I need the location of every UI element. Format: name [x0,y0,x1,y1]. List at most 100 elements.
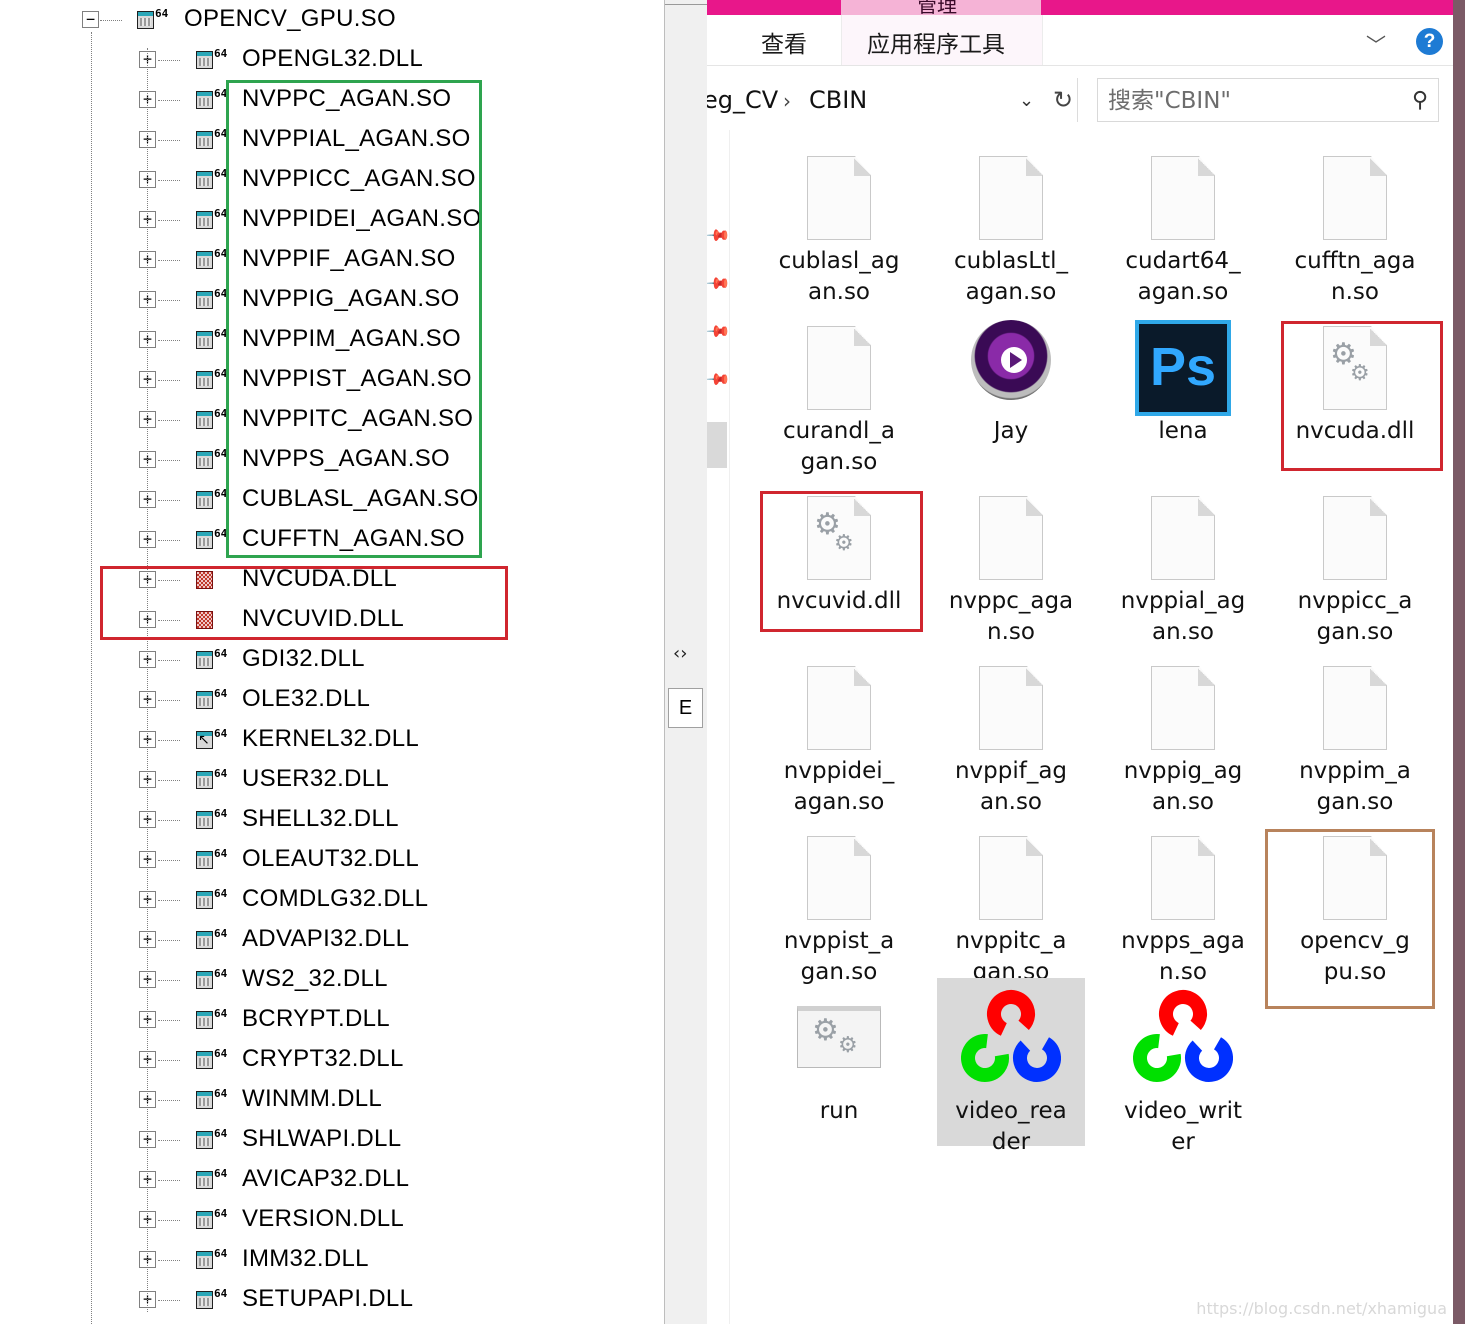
tree-connector [158,1300,180,1301]
file-name-line: Jay [993,418,1029,444]
tree-item[interactable]: +64 GDI32.DLL [0,640,660,680]
file-item[interactable]: nvpps_aga n.so [1109,808,1257,985]
module-64bit-icon: 64 [137,8,168,33]
tree-connector [158,220,180,221]
tree-item[interactable]: +64 WS2_32.DLL [0,960,660,1000]
file-icon [807,836,871,920]
file-icon [1151,156,1215,240]
photoshop-icon: Ps [1135,320,1231,416]
module-64bit-icon: 64 [196,808,227,833]
tree-connector [158,940,180,941]
file-item[interactable]: nvppitc_a gan.so [937,808,1085,985]
tree-item[interactable]: +64 VERSION.DLL [0,1200,660,1240]
search-box[interactable]: ⚲ [1097,78,1439,122]
file-item[interactable]: nvppidei_ agan.so [765,638,913,815]
tree-item[interactable]: +64KERNEL32.DLL [0,720,660,760]
file-icon [1151,836,1215,920]
tree-item[interactable]: +64 ADVAPI32.DLL [0,920,660,960]
collapse-button[interactable]: − [82,11,99,28]
file-item[interactable]: ⚙ ⚙ run [765,978,913,1146]
file-item[interactable]: nvppial_ag an.so [1109,468,1257,645]
file-item[interactable]: nvppist_a gan.so [765,808,913,985]
file-item[interactable]: video_writ er [1109,978,1257,1155]
opencv-logo-icon [1133,986,1233,1086]
file-item[interactable]: cublasl_ag an.so [765,128,913,305]
pane-splitter[interactable]: ‹› E [664,0,708,1324]
file-item[interactable]: Jay [937,298,1085,466]
tree-item-label: KERNEL32.DLL [242,725,420,752]
tree-item[interactable]: +64 OLEAUT32.DLL [0,840,660,880]
e-button[interactable]: E [668,688,703,728]
tree-item-label: VERSION.DLL [242,1205,405,1232]
file-name-line: curandl_a [783,418,895,444]
module-64bit-icon: 64 [196,928,227,953]
module-64bit-icon: 64 [196,1168,227,1193]
tree-root-row[interactable]: − 64 OPENCV_GPU.SO [0,0,660,40]
ribbon: 查看 应用程序工具 ﹀ ? [707,15,1453,66]
tree-item[interactable]: +64 SHELL32.DLL [0,800,660,840]
search-icon[interactable]: ⚲ [1412,88,1428,113]
file-name-line: nvpps_aga [1121,928,1245,954]
file-item[interactable]: nvppim_a gan.so [1281,638,1429,815]
tree-item[interactable]: +64 IMM32.DLL [0,1240,660,1280]
file-name-line: nvppicc_a [1297,588,1413,614]
file-item[interactable]: cudart64_ agan.so [1109,128,1257,305]
tree-item-label: SHELL32.DLL [242,805,399,832]
tree-item[interactable]: +64 AVICAP32.DLL [0,1160,660,1200]
module-64bit-icon: 64 [196,688,227,713]
module-64bit-icon: 64 [196,648,227,673]
file-item[interactable]: cufftn_aga n.so [1281,128,1429,305]
tree-item[interactable]: +64 OPENGL32.DLL [0,40,660,80]
file-item[interactable]: nvppif_ag an.so [937,638,1085,815]
tab-application-tools[interactable]: 应用程序工具 [867,25,1005,59]
tree-connector [158,140,180,141]
breadcrumb-current[interactable]: CBIN [809,86,867,114]
watermark: https://blog.csdn.net/xhamigua [1196,1299,1447,1318]
tree-item[interactable]: +64 CRYPT32.DLL [0,1040,660,1080]
file-item[interactable]: nvppc_aga n.so [937,468,1085,645]
file-name-line: cufftn_aga [1294,248,1416,274]
file-item[interactable]: cublasLtl_ agan.so [937,128,1085,305]
module-64bit-icon: 64 [196,1088,227,1113]
tree-connector [158,820,180,821]
highlight-box-green [226,80,482,558]
tree-item-label: COMDLG32.DLL [242,885,429,912]
tree-item-label: SETUPAPI.DLL [242,1285,414,1312]
file-item[interactable]: Ps lena [1109,298,1257,466]
breadcrumb-separator[interactable]: › [783,89,791,113]
file-item[interactable]: nvppig_ag an.so [1109,638,1257,815]
tree-item[interactable]: +64 SHLWAPI.DLL [0,1120,660,1160]
tree-item-label: IMM32.DLL [242,1245,369,1272]
search-input[interactable] [1106,83,1400,119]
tree-item-label: BCRYPT.DLL [242,1005,390,1032]
tree-item[interactable]: +64 USER32.DLL [0,760,660,800]
file-item[interactable]: video_rea der [937,978,1085,1155]
tree-item[interactable]: +64 SETUPAPI.DLL [0,1280,660,1320]
tab-view[interactable]: 查看 [761,25,807,59]
tree-item[interactable]: +64 WINMM.DLL [0,1080,660,1120]
tree-item[interactable]: +64 OLE32.DLL [0,680,660,720]
tree-item[interactable]: +64 COMDLG32.DLL [0,880,660,920]
module-64bit-icon: 64 [196,848,227,873]
tree-item-label: AVICAP32.DLL [242,1165,410,1192]
address-dropdown-icon[interactable]: ⌄ [1019,90,1034,111]
tree-item[interactable]: +64 BCRYPT.DLL [0,1000,660,1040]
highlight-box-red-nvcuda [1281,321,1443,471]
chevron-down-icon[interactable]: ﹀ [1366,29,1386,58]
module-64bit-icon: 64 [196,1008,227,1033]
tree-connector [158,1180,180,1181]
address-bar[interactable]: eg_CV › CBIN ⌄ ↻ [707,78,1078,122]
breadcrumb-parent[interactable]: eg_CV [707,86,778,114]
tree-connector [158,180,180,181]
file-icon [1151,666,1215,750]
file-item[interactable]: curandl_a gan.so [765,298,913,475]
tree-connector [158,740,180,741]
collapse-arrows-icon[interactable]: ‹› [673,643,687,664]
help-button[interactable]: ? [1416,28,1443,55]
refresh-icon[interactable]: ↻ [1053,86,1073,114]
file-grid: cublasl_ag an.so cublasLtl_ agan.so cudart64… [707,128,1453,1324]
tree-connector [158,60,180,61]
file-item[interactable]: nvppicc_a gan.so [1281,468,1429,645]
tree-connector [158,460,180,461]
module-64bit-icon: 64 [196,128,227,153]
